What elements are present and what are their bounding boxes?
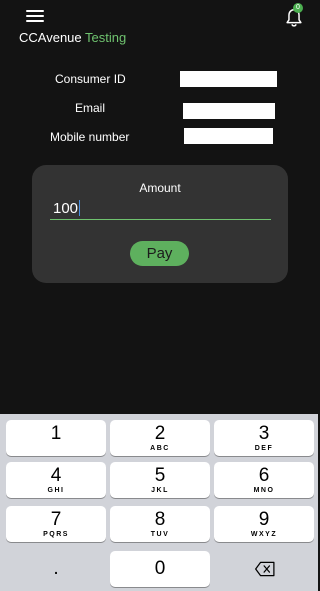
key-2-letters: ABC xyxy=(150,445,170,452)
app-title: CCAvenue Testing xyxy=(19,30,126,45)
key-2-digit: 2 xyxy=(154,423,166,444)
key-5-letters: JKL xyxy=(151,487,169,494)
text-caret xyxy=(79,200,81,216)
key-8[interactable]: 8 TUV xyxy=(110,506,210,542)
key-1-digit: 1 xyxy=(50,423,62,444)
key-9-letters: WXYZ xyxy=(250,531,278,538)
key-4[interactable]: 4 GHI xyxy=(6,462,106,498)
amount-value: 100 xyxy=(53,200,79,217)
consumer-id-field[interactable] xyxy=(180,71,277,87)
key-9[interactable]: 9 WXYZ xyxy=(214,506,314,542)
key-9-digit: 9 xyxy=(258,509,270,530)
key-4-digit: 4 xyxy=(50,465,62,486)
hamburger-menu-icon[interactable] xyxy=(26,10,44,24)
key-5-digit: 5 xyxy=(154,465,166,486)
key-6-letters: MNO xyxy=(253,487,275,494)
mobile-number-field[interactable] xyxy=(184,128,273,144)
key-6[interactable]: 6 MNO xyxy=(214,462,314,498)
key-7-digit: 7 xyxy=(50,509,62,530)
numeric-keyboard: 1 2 ABC 3 DEF 4 GHI 5 JKL 6 MNO 7 PQRS 8 xyxy=(0,414,318,591)
consumer-id-label: Consumer ID xyxy=(55,72,126,86)
key-7-letters: PQRS xyxy=(43,531,69,538)
key-4-letters: GHI xyxy=(47,487,65,494)
key-2[interactable]: 2 ABC xyxy=(110,420,210,456)
key-0-digit: 0 xyxy=(154,558,166,579)
amount-input[interactable]: 100 xyxy=(50,199,271,220)
pay-button[interactable]: Pay xyxy=(130,241,189,266)
email-field[interactable] xyxy=(183,103,275,119)
backspace-icon xyxy=(255,561,275,577)
key-3-digit: 3 xyxy=(258,423,270,444)
app-title-suffix: Testing xyxy=(85,30,127,45)
key-8-digit: 8 xyxy=(154,509,166,530)
amount-card: Amount 100 Pay xyxy=(32,165,288,283)
key-6-digit: 6 xyxy=(258,465,270,486)
mobile-number-label: Mobile number xyxy=(50,130,130,144)
key-1[interactable]: 1 xyxy=(6,420,106,456)
screen: CCAvenue Testing 0 Consumer ID Email Mob… xyxy=(0,0,318,591)
notification-badge: 0 xyxy=(293,3,303,13)
backspace-key[interactable] xyxy=(214,551,314,587)
key-decimal[interactable]: . xyxy=(6,551,106,587)
app-title-prefix: CCAvenue xyxy=(19,30,82,45)
key-decimal-symbol: . xyxy=(53,558,59,579)
email-label: Email xyxy=(75,101,106,115)
key-8-letters: TUV xyxy=(150,531,170,538)
key-7[interactable]: 7 PQRS xyxy=(6,506,106,542)
key-5[interactable]: 5 JKL xyxy=(110,462,210,498)
amount-label: Amount xyxy=(139,181,181,195)
key-3-letters: DEF xyxy=(254,445,274,452)
key-0[interactable]: 0 xyxy=(110,551,210,587)
key-3[interactable]: 3 DEF xyxy=(214,420,314,456)
